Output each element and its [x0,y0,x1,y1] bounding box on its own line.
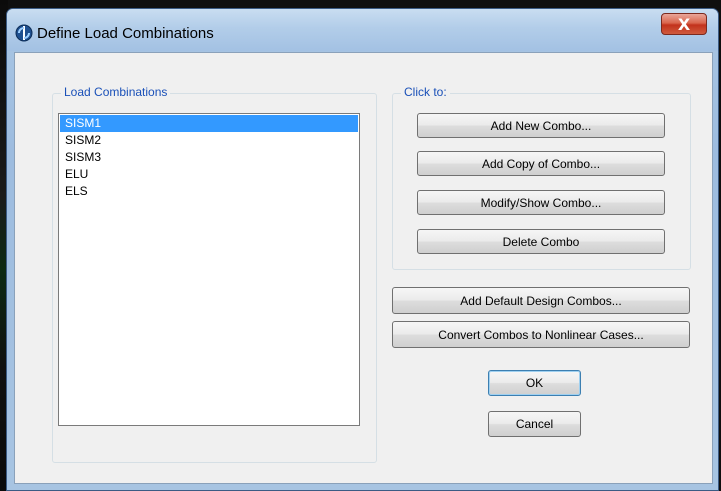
list-item-sism1[interactable]: SISM1 [60,115,358,132]
cancel-button[interactable]: Cancel [488,411,581,437]
convert-combos-to-nonlinear-cases-button[interactable]: Convert Combos to Nonlinear Cases... [392,321,690,348]
ok-button[interactable]: OK [488,370,581,396]
add-copy-of-combo-button[interactable]: Add Copy of Combo... [417,151,665,176]
title-bar[interactable]: Define Load Combinations X [7,9,718,51]
sap2000-app-icon [15,24,33,42]
click-to-label: Click to: [401,85,450,99]
list-item-sism2[interactable]: SISM2 [60,132,358,149]
close-icon: X [677,14,691,34]
list-item-elu[interactable]: ELU [60,166,358,183]
modify-show-combo-button[interactable]: Modify/Show Combo... [417,190,665,215]
delete-combo-button[interactable]: Delete Combo [417,229,665,254]
close-button[interactable]: X [661,13,707,35]
window-title: Define Load Combinations [37,25,214,42]
list-item-els[interactable]: ELS [60,183,358,200]
add-default-design-combos-button[interactable]: Add Default Design Combos... [392,287,690,314]
add-new-combo-button[interactable]: Add New Combo... [417,113,665,138]
load-combinations-list[interactable]: SISM1 SISM2 SISM3 ELU ELS [58,113,360,426]
list-item-sism3[interactable]: SISM3 [60,149,358,166]
load-combinations-label: Load Combinations [61,85,171,99]
